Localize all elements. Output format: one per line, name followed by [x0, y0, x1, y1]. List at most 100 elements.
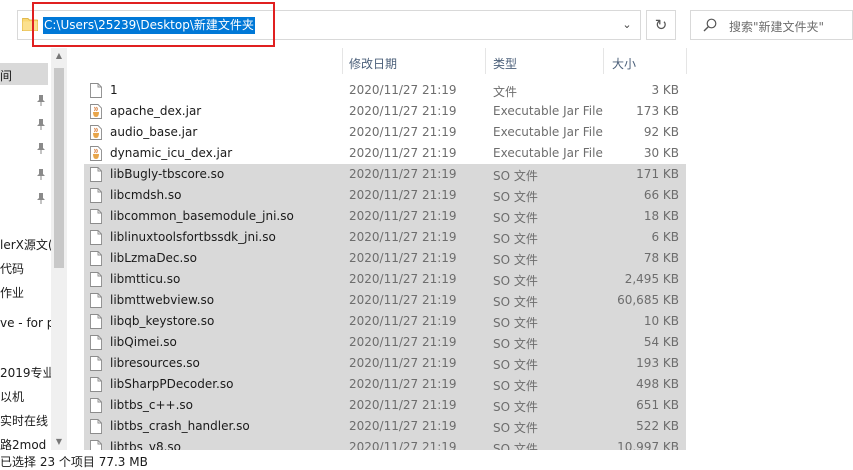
file-date: 2020/11/27 21:19	[349, 335, 457, 349]
file-name: libmttwebview.so	[110, 293, 215, 307]
file-type: SO 文件	[493, 421, 538, 435]
file-name: libmtticu.so	[110, 272, 181, 286]
file-row[interactable]: libmtticu.so 2020/11/27 21:19 SO 文件 2,495 K…	[84, 269, 686, 290]
refresh-button[interactable]: ↻	[646, 10, 676, 40]
file-type: Executable Jar File	[493, 104, 603, 118]
file-name: dynamic_icu_dex.jar	[110, 146, 233, 160]
nav-item-label[interactable]: 代码	[0, 260, 24, 277]
file-icon	[90, 335, 102, 350]
nav-item-label[interactable]: ve - for p	[0, 316, 54, 330]
file-name: libtbs_crash_handler.so	[110, 419, 250, 433]
file-size: 18 KB	[643, 209, 679, 223]
pin-icon[interactable]	[36, 119, 46, 130]
file-row[interactable]: libqb_keystore.so 2020/11/27 21:19 SO 文件 10…	[84, 311, 686, 332]
nav-item-label[interactable]: lerX源文(	[0, 236, 53, 253]
file-type: SO 文件	[493, 190, 538, 204]
nav-item-label[interactable]: 实时在线	[0, 412, 48, 429]
file-row[interactable]: libtbs_crash_handler.so 2020/11/27 21:19 S…	[84, 416, 686, 437]
file-row[interactable]: libresources.so 2020/11/27 21:19 SO 文件 193 …	[84, 353, 686, 374]
file-type: SO 文件	[493, 358, 538, 372]
file-type: Executable Jar File	[493, 146, 603, 160]
chevron-down-icon[interactable]: ⌄	[620, 17, 634, 33]
nav-item-label[interactable]: 以机	[0, 388, 24, 405]
pin-icon[interactable]	[36, 169, 46, 180]
file-name: libtbs_c++.so	[110, 398, 193, 412]
file-icon	[90, 293, 102, 308]
file-icon	[90, 398, 102, 413]
file-name: libtbs_v8.so	[110, 440, 182, 450]
file-date: 2020/11/27 21:19	[349, 377, 457, 391]
file-type: SO 文件	[493, 316, 538, 330]
column-divider[interactable]	[485, 48, 486, 74]
file-size: 171 KB	[636, 167, 679, 181]
search-input[interactable]: 搜索"新建文件夹"	[690, 10, 853, 40]
file-size: 78 KB	[643, 251, 679, 265]
file-row[interactable]: audio_base.jar 2020/11/27 21:19 Executable…	[84, 122, 686, 143]
file-icon	[90, 209, 102, 224]
file-row[interactable]: libSharpPDecoder.so 2020/11/27 21:19 SO 文件…	[84, 374, 686, 395]
file-row[interactable]: libmttwebview.so 2020/11/27 21:19 SO 文件 60,…	[84, 290, 686, 311]
column-divider[interactable]	[686, 48, 687, 74]
file-row[interactable]: liblinuxtoolsfortbssdk_jni.so 2020/11/27 …	[84, 227, 686, 248]
pin-icon[interactable]	[36, 143, 46, 154]
file-row[interactable]: apache_dex.jar 2020/11/27 21:19 Executable…	[84, 101, 686, 122]
pin-icon[interactable]	[36, 193, 46, 204]
file-icon	[90, 188, 102, 203]
nav-item-label[interactable]: 作业	[0, 284, 24, 301]
file-row[interactable]: libLzmaDec.so 2020/11/27 21:19 SO 文件 78 KB	[84, 248, 686, 269]
status-text: 已选择 23 个项目 77.3 MB	[0, 455, 148, 469]
nav-scrollbar[interactable]: ▲ ▼	[51, 48, 67, 450]
file-type: SO 文件	[493, 211, 538, 225]
address-path-text[interactable]: C:\Users\25239\Desktop\新建文件夹	[43, 17, 255, 34]
file-type: 文件	[493, 85, 518, 99]
address-bar[interactable]: C:\Users\25239\Desktop\新建文件夹 ⌄	[17, 10, 641, 40]
column-divider[interactable]	[603, 48, 604, 74]
file-row[interactable]: libBugly-tbscore.so 2020/11/27 21:19 SO 文件…	[84, 164, 686, 185]
column-header-type[interactable]: 类型	[493, 55, 517, 72]
file-icon	[90, 251, 102, 266]
scroll-down-arrow-icon[interactable]: ▼	[51, 434, 67, 450]
file-size: 193 KB	[636, 356, 679, 370]
file-icon	[90, 167, 102, 182]
file-icon	[90, 314, 102, 329]
file-type: SO 文件	[493, 337, 538, 351]
pin-icon[interactable]	[36, 95, 46, 106]
file-name: libcommon_basemodule_jni.so	[110, 209, 294, 223]
file-size: 66 KB	[643, 188, 679, 202]
file-type: SO 文件	[493, 169, 538, 183]
search-placeholder: 搜索"新建文件夹"	[729, 20, 825, 34]
scrollbar-thumb[interactable]	[54, 68, 64, 268]
file-date: 2020/11/27 21:19	[349, 209, 457, 223]
file-row[interactable]: libcmdsh.so 2020/11/27 21:19 SO 文件 66 KB	[84, 185, 686, 206]
file-icon	[90, 230, 102, 245]
file-list[interactable]: 1 2020/11/27 21:19 文件 3 KB apache_dex.jar 202…	[67, 80, 687, 450]
file-type: SO 文件	[493, 442, 538, 450]
file-row[interactable]: 1 2020/11/27 21:19 文件 3 KB	[84, 80, 686, 101]
file-size: 498 KB	[636, 377, 679, 391]
file-name: libQimei.so	[110, 335, 177, 349]
column-header-date[interactable]: 修改日期	[349, 55, 397, 72]
nav-item-label[interactable]: 间	[0, 67, 12, 84]
file-type: SO 文件	[493, 400, 538, 414]
file-date: 2020/11/27 21:19	[349, 104, 457, 118]
column-header-size[interactable]: 大小	[612, 55, 636, 72]
file-name: libqb_keystore.so	[110, 314, 215, 328]
file-row[interactable]: libtbs_c++.so 2020/11/27 21:19 SO 文件 651 KB	[84, 395, 686, 416]
column-divider[interactable]	[342, 48, 343, 74]
address-toolbar: C:\Users\25239\Desktop\新建文件夹 ⌄ ↻ 搜索"新建文件…	[0, 0, 853, 48]
nav-item-label[interactable]: 路2mod	[0, 436, 46, 450]
file-type: Executable Jar File	[493, 125, 603, 139]
file-row[interactable]: libtbs_v8.so 2020/11/27 21:19 SO 文件 10,997 …	[84, 437, 686, 450]
file-size: 6 KB	[651, 230, 679, 244]
file-type: SO 文件	[493, 253, 538, 267]
file-size: 173 KB	[636, 104, 679, 118]
file-row[interactable]: libQimei.so 2020/11/27 21:19 SO 文件 54 KB	[84, 332, 686, 353]
file-row[interactable]: libcommon_basemodule_jni.so 2020/11/27 21…	[84, 206, 686, 227]
file-size: 2,495 KB	[624, 272, 679, 286]
file-date: 2020/11/27 21:19	[349, 398, 457, 412]
file-date: 2020/11/27 21:19	[349, 314, 457, 328]
file-icon	[90, 83, 102, 98]
file-date: 2020/11/27 21:19	[349, 251, 457, 265]
file-row[interactable]: dynamic_icu_dex.jar 2020/11/27 21:19 Execu…	[84, 143, 686, 164]
scroll-up-arrow-icon[interactable]: ▲	[51, 48, 67, 64]
